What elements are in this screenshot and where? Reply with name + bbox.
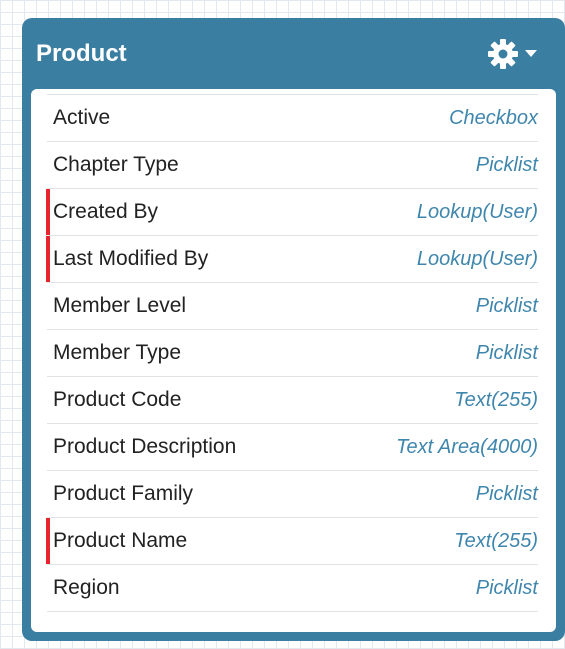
- field-name: Last Modified By: [53, 247, 209, 270]
- field-row[interactable]: Product Name Text(255): [46, 518, 538, 565]
- chevron-down-icon: [525, 50, 537, 57]
- field-name: Member Level: [53, 294, 187, 317]
- field-list-panel: Active Checkbox Chapter Type Picklist Create…: [31, 89, 556, 632]
- field-type: Picklist: [475, 576, 538, 599]
- field-name: Active: [53, 106, 111, 129]
- field-type: Text Area(4000): [396, 435, 538, 458]
- field-type: Picklist: [475, 294, 538, 317]
- field-type: Lookup(User): [416, 247, 538, 270]
- field-name: Chapter Type: [53, 153, 179, 176]
- field-list: Active Checkbox Chapter Type Picklist Create…: [46, 94, 538, 612]
- field-name: Region: [53, 576, 120, 599]
- field-name: Product Family: [53, 482, 194, 505]
- settings-menu-button[interactable]: [487, 38, 537, 70]
- field-row[interactable]: Product Family Picklist: [47, 471, 538, 518]
- field-row[interactable]: Active Checkbox: [47, 95, 538, 142]
- field-type: Picklist: [475, 482, 538, 505]
- field-row[interactable]: Region Picklist: [47, 565, 538, 612]
- field-row[interactable]: Last Modified By Lookup(User): [46, 236, 538, 283]
- object-card: Product Active Checkbox Chapter Type Pic…: [22, 18, 565, 641]
- field-type: Lookup(User): [416, 200, 538, 223]
- object-title: Product: [36, 40, 127, 67]
- field-name: Product Description: [53, 435, 237, 458]
- field-type: Text(255): [454, 388, 538, 411]
- field-type: Picklist: [475, 153, 538, 176]
- field-row[interactable]: Product Description Text Area(4000): [47, 424, 538, 471]
- field-row[interactable]: Product Code Text(255): [47, 377, 538, 424]
- field-type: Checkbox: [449, 106, 538, 129]
- field-row[interactable]: Member Level Picklist: [47, 283, 538, 330]
- field-row[interactable]: Created By Lookup(User): [46, 189, 538, 236]
- field-name: Product Code: [53, 388, 182, 411]
- field-name: Created By: [53, 200, 159, 223]
- gear-icon: [488, 39, 518, 69]
- field-type: Text(255): [454, 529, 538, 552]
- object-card-header: Product: [22, 18, 565, 88]
- field-name: Member Type: [53, 341, 181, 364]
- field-row[interactable]: Chapter Type Picklist: [47, 142, 538, 189]
- field-name: Product Name: [53, 529, 188, 552]
- field-row[interactable]: Member Type Picklist: [47, 330, 538, 377]
- field-type: Picklist: [475, 341, 538, 364]
